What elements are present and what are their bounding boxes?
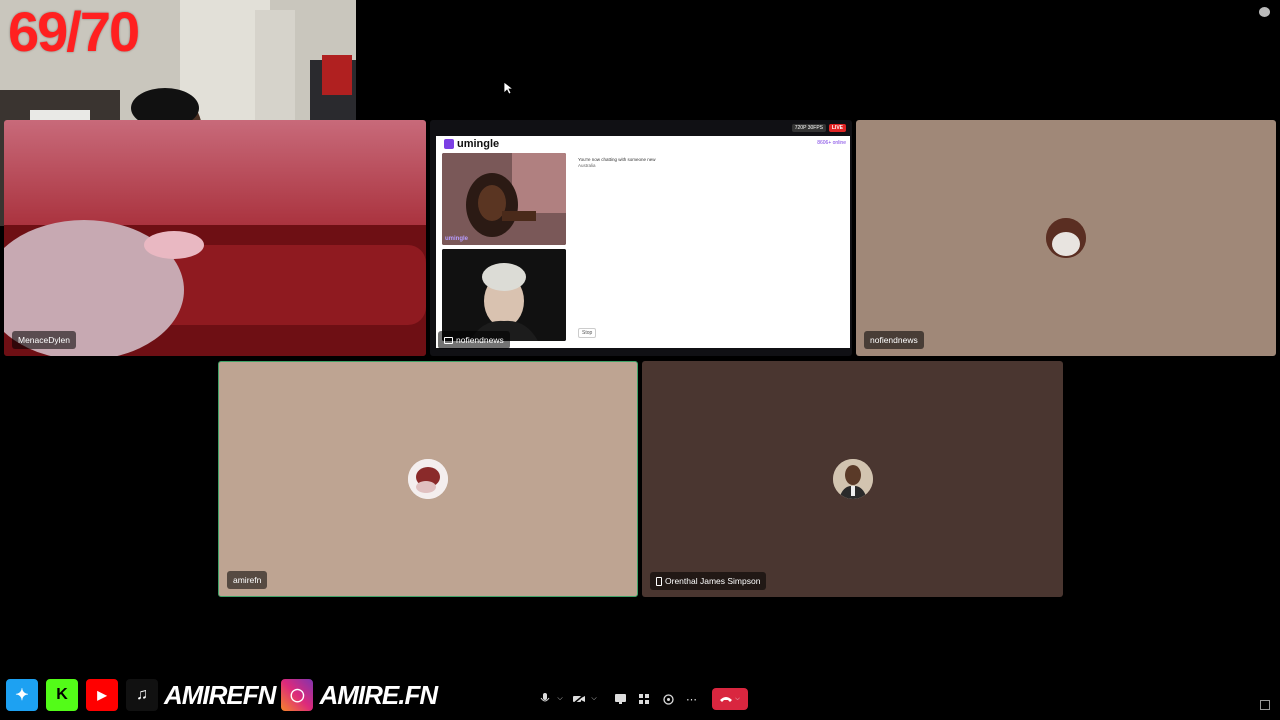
chat-icon[interactable]: [1259, 7, 1270, 17]
phone-icon: [656, 576, 662, 586]
camera-options[interactable]: ⌵: [588, 688, 600, 710]
participant-tile-nofiendnews[interactable]: nofiendnews: [856, 120, 1276, 356]
microphone-button[interactable]: [536, 688, 554, 710]
participant-name: Orenthal James Simpson: [650, 572, 767, 590]
chevron-down-icon: ⌵: [735, 695, 740, 702]
participant-tile-menacedylen[interactable]: MenaceDylen: [4, 120, 426, 356]
chat-location: Australia: [578, 163, 596, 168]
participant-name: MenaceDylen: [12, 331, 76, 349]
instagram-icon: ◯: [279, 677, 316, 713]
participant-name: nofiendnews: [438, 331, 510, 349]
activities-icon: [639, 694, 649, 704]
stop-button[interactable]: Stop: [578, 328, 597, 338]
chat-status: You're now chatting with someone new: [578, 157, 656, 162]
participant-name: nofiendnews: [864, 331, 924, 349]
online-count: 8606+ online: [817, 140, 846, 146]
avatar: [1046, 218, 1086, 258]
more-icon: ⋯: [686, 693, 698, 706]
fullscreen-icon[interactable]: [1260, 700, 1270, 710]
handle-amirefn: AMIREFN: [163, 679, 277, 711]
video-feed: [4, 220, 426, 356]
activities-button[interactable]: [634, 688, 654, 710]
handle-amire-fn: AMIRE.FN: [318, 679, 439, 711]
share-screen-button[interactable]: [610, 688, 630, 710]
umingle-logo: umingle: [444, 138, 499, 150]
camera-off-icon: [573, 694, 585, 704]
kick-icon: K: [44, 677, 80, 713]
remote-video-feed: [442, 153, 566, 245]
counter-overlay: 69/70: [8, 0, 140, 63]
soundboard-button[interactable]: [658, 688, 678, 710]
avatar: [408, 459, 448, 499]
social-overlay: ✦ K ▶ ♫ AMIREFN ◯ AMIRE.FN: [4, 676, 439, 714]
leave-call-button[interactable]: ⌵: [712, 688, 748, 710]
live-badge: LIVE: [828, 124, 846, 132]
remote-video-label: umingle: [445, 236, 469, 242]
avatar: [832, 459, 873, 499]
umingle-page: umingle 8606+ online umingle You're now …: [436, 136, 850, 348]
chevron-down-icon: ⌵: [591, 695, 597, 702]
self-video-feed: [442, 249, 566, 341]
more-options-button[interactable]: ⋯: [682, 688, 702, 710]
youtube-icon: ▶: [84, 677, 120, 713]
camera-button[interactable]: [570, 688, 588, 710]
microphone-options[interactable]: ⌵: [554, 688, 566, 710]
stream-badge: 720P 30FPS: [791, 124, 826, 132]
participant-tile-amirefn[interactable]: amirefn: [218, 361, 638, 597]
hang-up-icon: [720, 697, 733, 702]
microphone-icon: [540, 693, 550, 702]
self-video: [442, 249, 566, 341]
tiktok-icon: ♫: [124, 677, 160, 713]
screenshare-icon: [444, 336, 453, 344]
share-screen-icon: [614, 694, 626, 704]
twitter-icon: ✦: [4, 677, 40, 713]
chevron-down-icon: ⌵: [557, 695, 563, 702]
remote-video: umingle: [442, 153, 566, 245]
participant-tile-orenthal[interactable]: Orenthal James Simpson: [642, 361, 1063, 597]
umingle-logo-icon: [444, 139, 454, 149]
soundboard-icon: [662, 693, 674, 705]
mouse-cursor: [503, 81, 513, 95]
participant-name: amirefn: [227, 571, 268, 589]
participant-tile-screenshare[interactable]: 720P 30FPS LIVE umingle 8606+ online umi…: [430, 120, 852, 356]
